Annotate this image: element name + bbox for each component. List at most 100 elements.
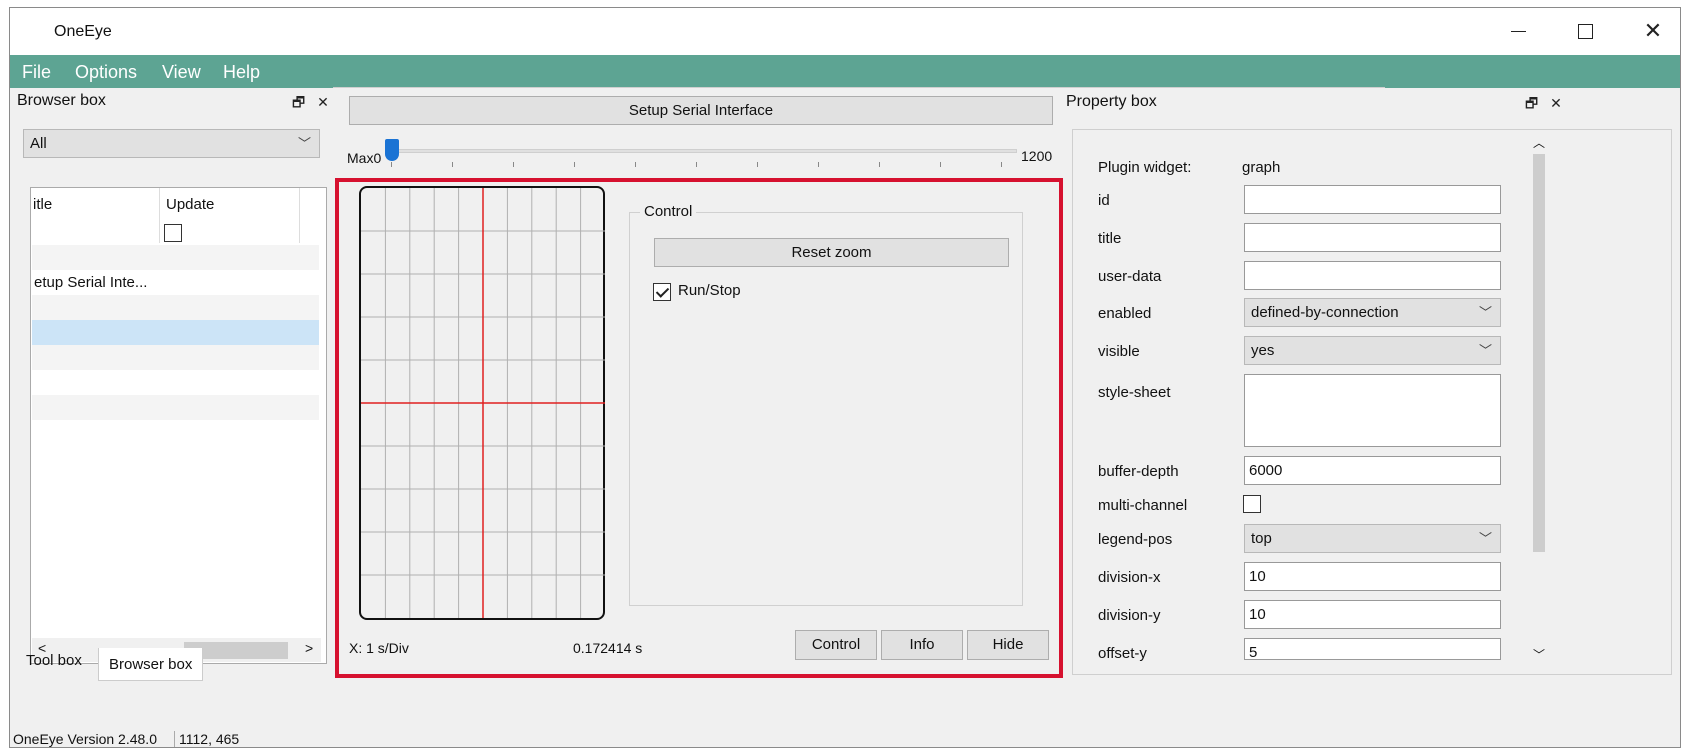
plugin-widget-value: graph [1242,159,1281,176]
slider-handle[interactable] [385,139,399,161]
slider-tick [574,162,575,167]
browser-list[interactable]: itle Update etup Serial Inte... < > [30,187,327,664]
run-stop-label: Run/Stop [678,282,741,299]
slider-tick [452,162,453,167]
browser-filter-value: All [30,135,47,152]
scroll-up-icon[interactable]: ︿ [1533,134,1545,151]
prop-user-data-label: user-data [1098,268,1162,285]
chevron-down-icon: ﹀ [1478,531,1492,546]
prop-buffer-depth-input[interactable]: 6000 [1244,456,1501,485]
update-checkbox[interactable] [164,224,182,242]
list-item[interactable]: etup Serial Inte... [32,270,319,295]
prop-style-sheet-label: style-sheet [1098,384,1171,401]
list-item[interactable] [32,395,319,420]
slider-tick [391,162,392,167]
close-dock-icon[interactable]: ✕ [317,94,329,111]
scroll-down-icon[interactable]: ﹀ [1533,646,1545,663]
close-dock-icon[interactable]: ✕ [1550,95,1562,112]
property-box-dock-buttons: 🗗 ✕ [1513,93,1562,117]
minimize-button[interactable] [1495,14,1541,48]
browser-box-dock-buttons: 🗗 ✕ [280,92,329,116]
prop-title-label: title [1098,230,1122,247]
chevron-down-icon: ﹀ [1478,343,1492,358]
info-button[interactable]: Info [881,630,963,660]
property-panel: Plugin widget: graph id title user-data … [1072,129,1672,675]
time-value-label: 0.172414 s [573,640,643,656]
slider-max-label: Max0 [347,150,382,166]
float-icon[interactable]: 🗗 [292,92,305,116]
browser-filter-select[interactable]: All ﹀ [23,129,320,158]
prop-multi-channel-label: multi-channel [1098,497,1188,514]
list-item-selected[interactable] [32,320,319,345]
prop-offset-y-input[interactable]: 5 [1244,638,1501,661]
close-icon: ✕ [1643,18,1663,43]
title-bar: OneEye ✕ [10,8,1680,55]
list-item[interactable] [32,295,319,320]
prop-title-input[interactable] [1244,223,1501,252]
window-title: OneEye [54,23,112,40]
status-bar: OneEye Version 2.48.0 1112, 465 [10,730,1680,749]
scroll-right-icon[interactable]: > [305,640,313,656]
run-stop-checkbox[interactable] [653,283,671,301]
menu-options[interactable]: Options [75,62,137,83]
prop-division-x-label: division-x [1098,569,1161,586]
divider [333,87,1385,88]
column-header-update[interactable]: Update [166,196,214,213]
column-divider [159,188,160,243]
list-item[interactable] [32,370,319,395]
x-scale-label: X: 1 s/Div [349,640,409,656]
minimize-icon [1510,31,1526,33]
slider-tick [757,162,758,167]
float-icon[interactable]: 🗗 [1525,93,1538,117]
prop-buffer-depth-label: buffer-depth [1098,463,1179,480]
prop-division-y-label: division-y [1098,607,1161,624]
slider-max-value: 1200 [1021,148,1053,164]
slider-ticks [391,162,1021,168]
graph-plot[interactable] [359,186,605,620]
prop-style-sheet-textarea[interactable] [1244,374,1501,447]
chevron-down-icon: ﹀ [297,136,311,151]
prop-user-data-input[interactable] [1244,261,1501,290]
prop-division-x-input[interactable]: 10 [1244,562,1501,591]
list-item[interactable] [32,245,319,270]
chevron-down-icon: ﹀ [1478,305,1492,320]
close-button[interactable]: ✕ [1630,14,1676,48]
prop-enabled-select[interactable]: defined-by-connection ﹀ [1244,298,1501,327]
slider-tick [940,162,941,167]
menu-file[interactable]: File [22,62,51,83]
tab-tool-box[interactable]: Tool box [16,648,92,673]
slider-tick [513,162,514,167]
maximize-button[interactable] [1562,14,1608,48]
tab-browser-box[interactable]: Browser box [98,648,204,681]
scrollbar-thumb[interactable] [1533,154,1545,552]
status-version: OneEye Version 2.48.0 [13,731,157,747]
slider-tick [696,162,697,167]
prop-visible-select[interactable]: yes ﹀ [1244,336,1501,365]
graph-widget: Control Reset zoom Run/Stop X: 1 s/Div 0… [335,178,1063,678]
plugin-widget-label: Plugin widget: [1098,159,1192,176]
slider-tick [635,162,636,167]
hide-button[interactable]: Hide [967,630,1049,660]
prop-legend-pos-select[interactable]: top ﹀ [1244,524,1501,553]
column-divider [299,188,300,243]
prop-enabled-label: enabled [1098,305,1152,322]
control-button[interactable]: Control [795,630,877,660]
prop-division-y-input[interactable]: 10 [1244,600,1501,629]
list-item[interactable] [32,345,319,370]
app-window: OneEye ✕ File Options View Help Browser … [9,7,1681,748]
prop-multi-channel-checkbox[interactable] [1243,495,1261,513]
prop-id-input[interactable] [1244,185,1501,214]
menu-view[interactable]: View [162,62,201,83]
slider-tick [1001,162,1002,167]
vertical-scrollbar[interactable]: ︿ ﹀ [1529,130,1549,674]
control-group: Control Reset zoom Run/Stop [629,203,1023,606]
column-header-title[interactable]: itle [33,196,52,213]
prop-id-label: id [1098,192,1110,209]
menu-bar: File Options View Help [10,55,1680,88]
value-slider[interactable]: Max0 1200 [347,136,1067,176]
reset-zoom-button[interactable]: Reset zoom [654,238,1009,267]
menu-help[interactable]: Help [223,62,260,83]
setup-serial-interface-button[interactable]: Setup Serial Interface [349,96,1053,125]
slider-track [392,149,1017,153]
slider-tick [879,162,880,167]
